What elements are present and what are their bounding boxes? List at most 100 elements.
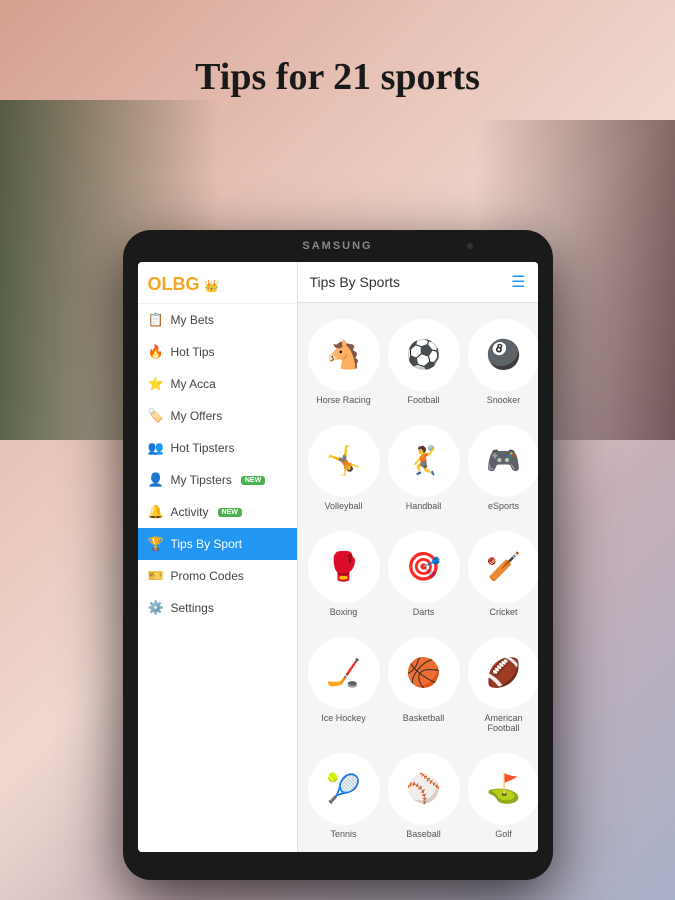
sport-icon-volleyball: 🤸 <box>308 425 380 497</box>
sport-icon-horse-racing: 🐴 <box>308 319 380 391</box>
sport-icon-cricket: 🏏 <box>468 531 538 603</box>
sidebar-item-label-my-offers: My Offers <box>171 409 223 423</box>
promo-codes-icon: 🎫 <box>148 568 164 584</box>
sport-cell-snooker[interactable]: 🎱 Snooker <box>468 313 538 411</box>
boxing-emoji: 🥊 <box>326 553 361 581</box>
sport-icon-football: ⚽ <box>388 319 460 391</box>
baseball-emoji: ⚾ <box>406 775 441 803</box>
tablet-screen: OLBG 👑 📋 My Bets 🔥Hot Tips ⭐ My Acca 🏷️ My Off… <box>138 262 538 852</box>
sidebar-item-hot-tipsters[interactable]: 👥 Hot Tipsters <box>138 432 297 464</box>
golf-label: Golf <box>495 829 512 839</box>
hot-tipsters-icon: 👥 <box>148 440 164 456</box>
snooker-emoji: 🎱 <box>486 341 521 369</box>
sidebar-item-label-settings: Settings <box>171 601 214 615</box>
my-acca-icon: ⭐ <box>148 376 164 392</box>
sidebar-item-label-activity: Activity <box>171 505 209 519</box>
sidebar-item-tips-by-sport[interactable]: 🏆Tips By Sport <box>138 528 297 560</box>
american-football-label: American Football <box>468 713 538 733</box>
sidebar-item-my-bets[interactable]: 📋 My Bets <box>138 304 297 336</box>
handball-emoji: 🤾 <box>406 447 441 475</box>
sport-icon-baseball: ⚾ <box>388 753 460 825</box>
sport-cell-horse-racing[interactable]: 🐴 Horse Racing <box>308 313 380 411</box>
badge-activity: NEW <box>218 508 242 517</box>
sport-icon-golf: ⛳ <box>468 753 538 825</box>
football-emoji: ⚽ <box>406 341 441 369</box>
sport-icon-darts: 🎯 <box>388 531 460 603</box>
tennis-label: Tennis <box>330 829 356 839</box>
sport-icon-boxing: 🥊 <box>308 531 380 603</box>
volleyball-emoji: 🤸 <box>326 447 361 475</box>
my-offers-icon: 🏷️ <box>148 408 164 424</box>
sport-icon-ice-hockey: 🏒 <box>308 637 380 709</box>
sidebar-item-my-offers[interactable]: 🏷️ My Offers <box>138 400 297 432</box>
sport-icon-tennis: 🎾 <box>308 753 380 825</box>
sport-cell-boxing[interactable]: 🥊 Boxing <box>308 525 380 623</box>
sport-icon-esports: 🎮 <box>468 425 538 497</box>
sport-cell-golf[interactable]: ⛳ Golf <box>468 747 538 845</box>
main-header-title: Tips By Sports <box>310 274 401 290</box>
sport-cell-tennis[interactable]: 🎾 Tennis <box>308 747 380 845</box>
esports-emoji: 🎮 <box>486 447 521 475</box>
darts-emoji: 🎯 <box>406 553 441 581</box>
settings-icon: ⚙️ <box>148 600 164 616</box>
logo-text: OLBG <box>148 274 200 295</box>
sport-cell-basketball[interactable]: 🏀 Basketball <box>388 631 460 739</box>
menu-icon[interactable]: ☰ <box>511 272 525 292</box>
sport-cell-cricket[interactable]: 🏏 Cricket <box>468 525 538 623</box>
sidebar-item-activity[interactable]: 🔔 Activity NEW <box>138 496 297 528</box>
sport-cell-darts[interactable]: 🎯 Darts <box>388 525 460 623</box>
tablet-device: SAMSUNG OLBG 👑 📋 My Bets 🔥Hot Tips ⭐ My Acca… <box>123 230 553 880</box>
esports-label: eSports <box>488 501 519 511</box>
activity-icon: 🔔 <box>148 504 164 520</box>
logo-crown-icon: 👑 <box>204 279 219 293</box>
sidebar-item-promo-codes[interactable]: 🎫 Promo Codes <box>138 560 297 592</box>
sport-cell-volleyball[interactable]: 🤸 Volleyball <box>308 419 380 517</box>
horse-racing-label: Horse Racing <box>316 395 371 405</box>
sidebar-item-label-my-bets: My Bets <box>171 313 214 327</box>
american-football-emoji: 🏈 <box>486 659 521 687</box>
camera-dot <box>467 243 473 249</box>
sport-icon-snooker: 🎱 <box>468 319 538 391</box>
sidebar: OLBG 👑 📋 My Bets 🔥Hot Tips ⭐ My Acca 🏷️ My Off… <box>138 262 298 852</box>
sport-cell-esports[interactable]: 🎮 eSports <box>468 419 538 517</box>
hot-tips-icon: 🔥 <box>148 344 164 360</box>
cricket-emoji: 🏏 <box>486 553 521 581</box>
sidebar-item-label-promo-codes: Promo Codes <box>171 569 244 583</box>
sport-cell-baseball[interactable]: ⚾ Baseball <box>388 747 460 845</box>
sidebar-item-settings[interactable]: ⚙️ Settings <box>138 592 297 624</box>
sport-cell-american-football[interactable]: 🏈 American Football <box>468 631 538 739</box>
sport-cell-handball[interactable]: 🤾Handball <box>388 419 460 517</box>
top-bar: Tips By Sports ☰ <box>298 262 538 303</box>
sidebar-item-label-my-tipsters: My Tipsters <box>171 473 232 487</box>
tablet-top-bar: SAMSUNG <box>123 230 553 262</box>
cricket-label: Cricket <box>489 607 517 617</box>
tennis-emoji: 🎾 <box>326 775 361 803</box>
sport-cell-football[interactable]: ⚽Football <box>388 313 460 411</box>
ice-hockey-emoji: 🏒 <box>326 659 361 687</box>
darts-label: Darts <box>413 607 435 617</box>
hero-title: Tips for 21 sports <box>195 55 480 99</box>
sport-icon-basketball: 🏀 <box>388 637 460 709</box>
basketball-label: Basketball <box>403 713 445 723</box>
main-content: Tips By Sports ☰ 🐴Horse Racing⚽Football🎱… <box>298 262 538 852</box>
badge-my-tipsters: NEW <box>241 476 265 485</box>
volleyball-label: Volleyball <box>324 501 362 511</box>
sidebar-item-my-tipsters[interactable]: 👤 My Tipsters NEW <box>138 464 297 496</box>
sidebar-item-label-tips-by-sport: Tips By Sport <box>171 537 243 551</box>
golf-emoji: ⛳ <box>486 775 521 803</box>
my-tipsters-icon: 👤 <box>148 472 164 488</box>
basketball-emoji: 🏀 <box>406 659 441 687</box>
sports-grid: 🐴 Horse Racing ⚽Football 🎱 Snooker 🤸 Volleybal… <box>298 303 538 852</box>
sidebar-item-label-my-acca: My Acca <box>171 377 216 391</box>
sport-cell-ice-hockey[interactable]: 🏒Ice Hockey <box>308 631 380 739</box>
sidebar-item-hot-tips[interactable]: 🔥Hot Tips <box>138 336 297 368</box>
brand-label: SAMSUNG <box>302 240 372 252</box>
sport-icon-handball: 🤾 <box>388 425 460 497</box>
sidebar-item-my-acca[interactable]: ⭐ My Acca <box>138 368 297 400</box>
my-bets-icon: 📋 <box>148 312 164 328</box>
sidebar-item-label-hot-tipsters: Hot Tipsters <box>171 441 235 455</box>
baseball-label: Baseball <box>406 829 441 839</box>
boxing-label: Boxing <box>330 607 358 617</box>
snooker-label: Snooker <box>487 395 521 405</box>
sport-icon-american-football: 🏈 <box>468 637 538 709</box>
